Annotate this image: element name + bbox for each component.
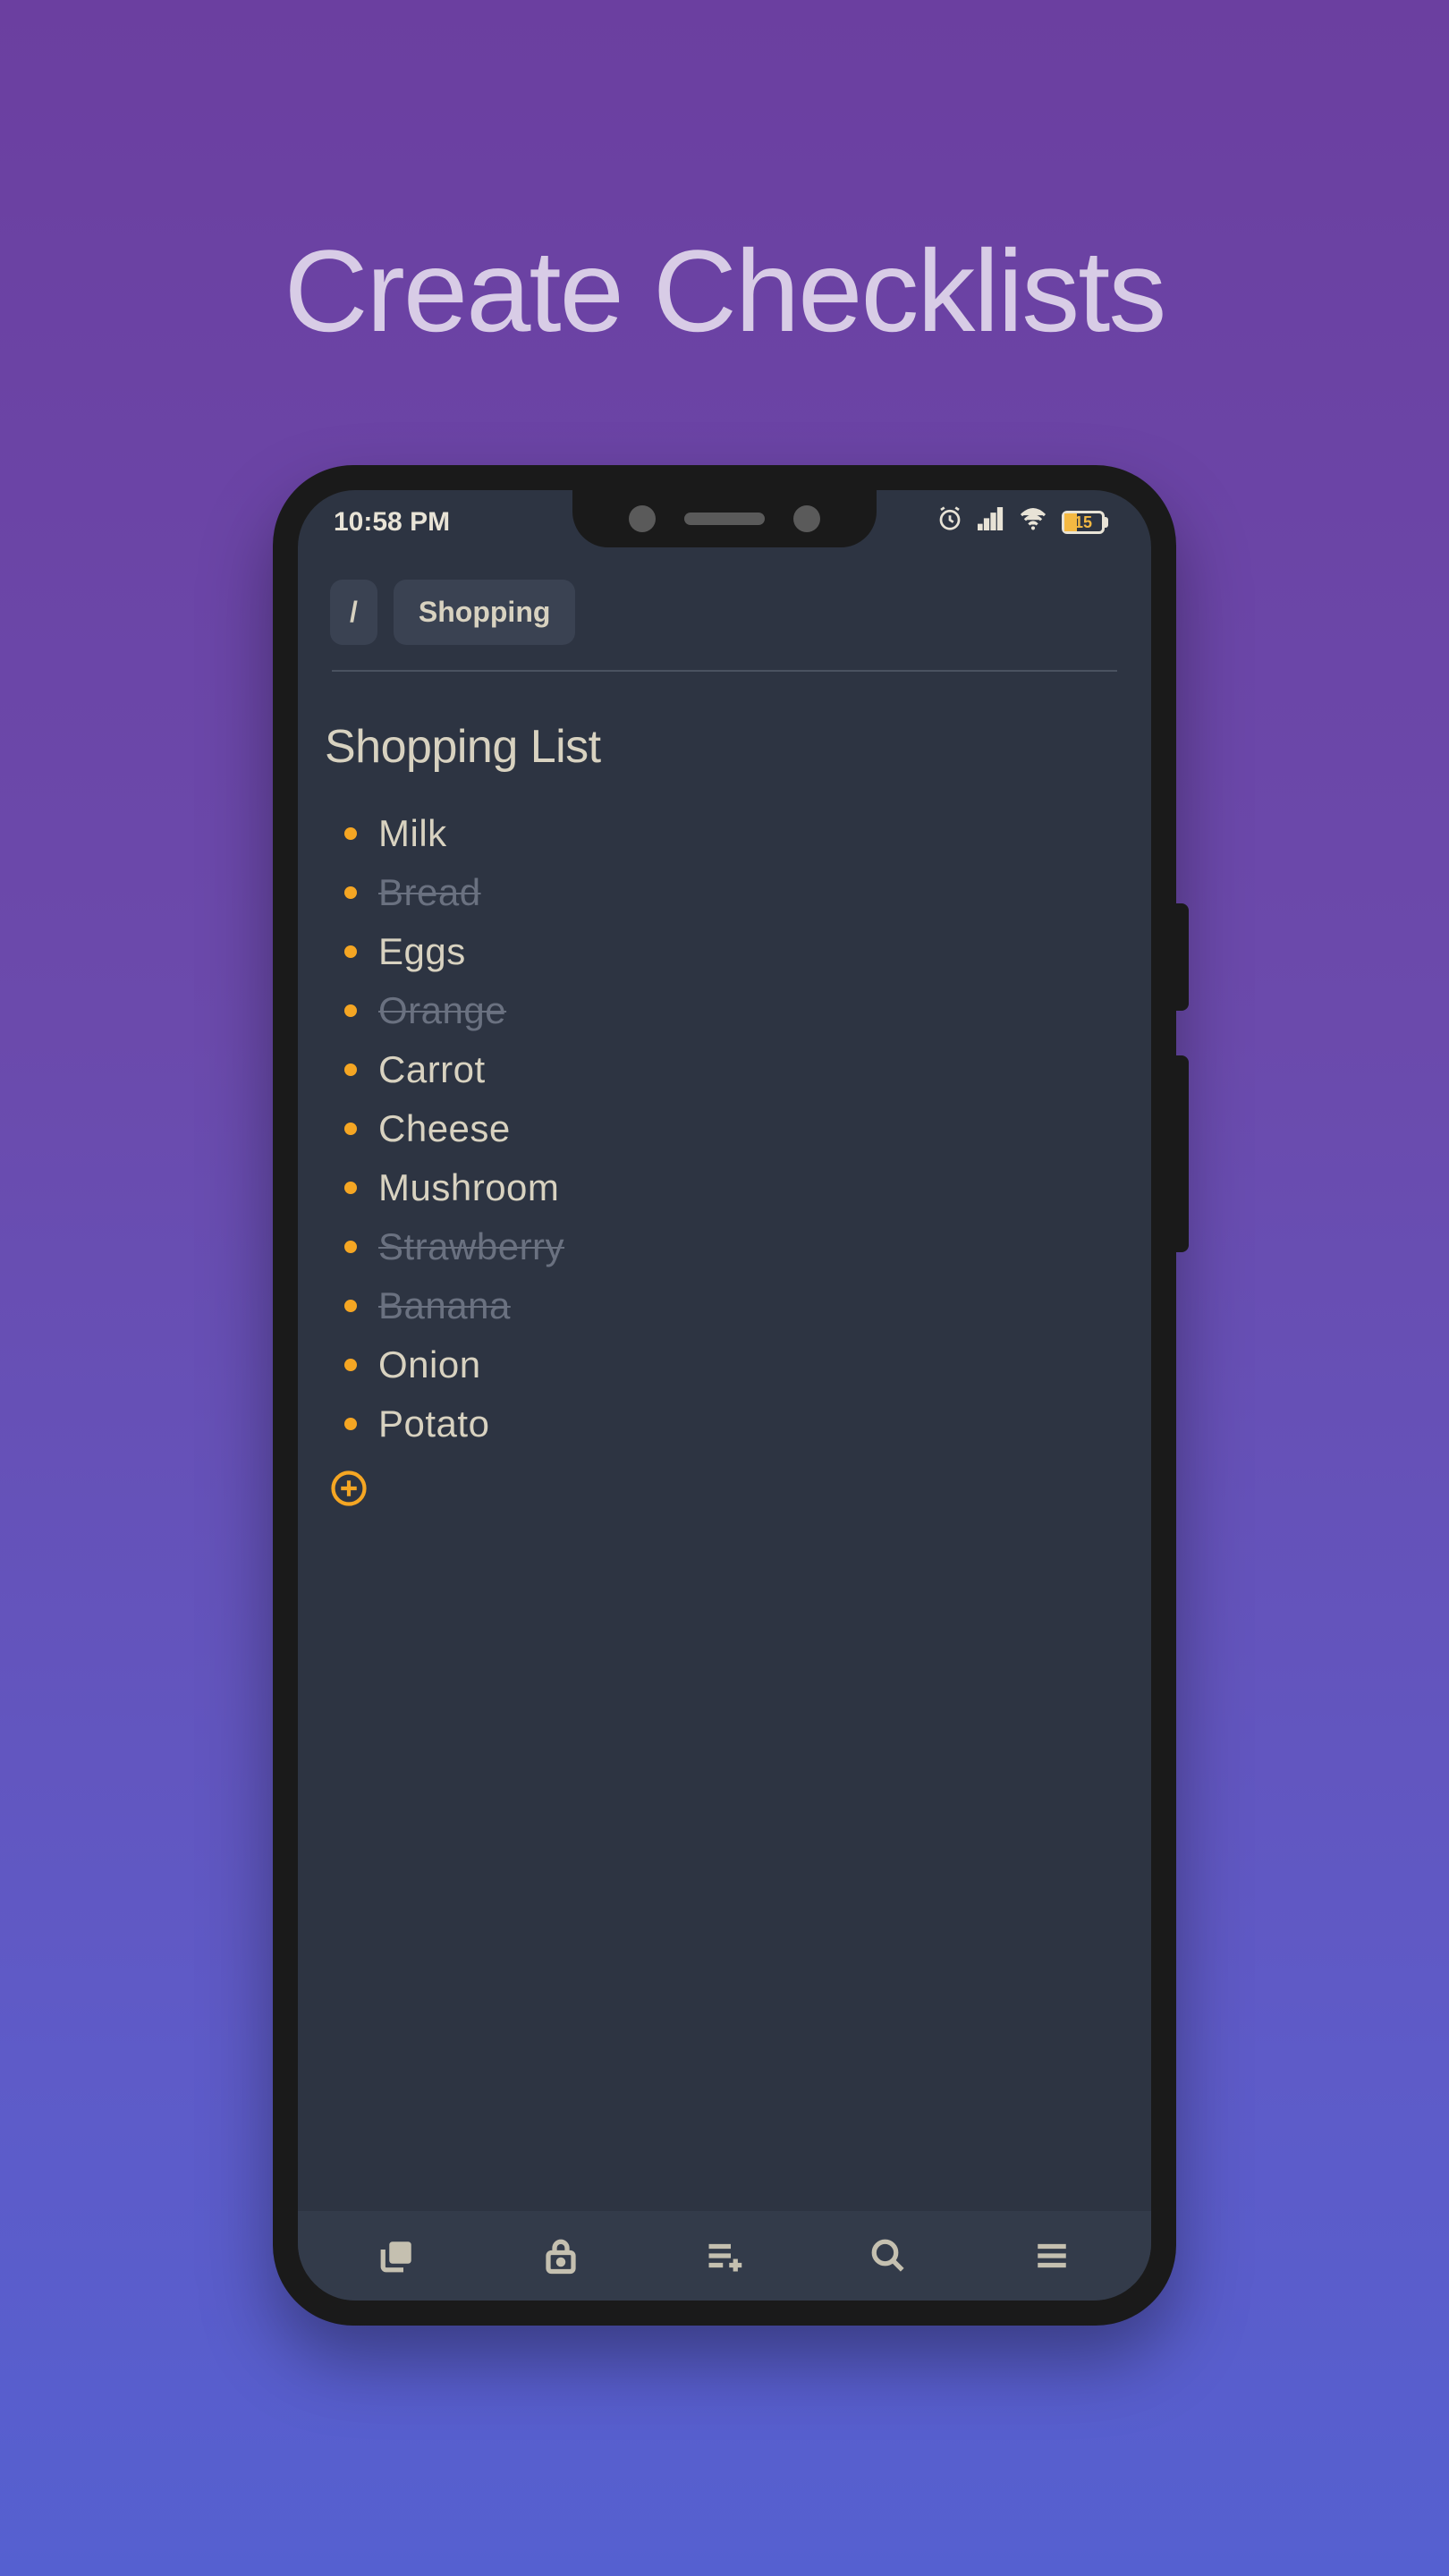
checklist-item[interactable]: Strawberry [330,1217,1119,1276]
bullet-icon [344,1241,357,1253]
checklist-item-text: Mushroom [378,1166,559,1209]
checklist-item-text: Eggs [378,930,466,973]
phone-frame: 10:58 PM 15 / Shopping [273,465,1176,2326]
bullet-icon [344,1300,357,1312]
bullet-icon [344,1418,357,1430]
phone-side-button [1176,1055,1189,1252]
bullet-icon [344,1123,357,1135]
bullet-icon [344,827,357,840]
bottom-nav [298,2211,1151,2301]
nav-list-add-button[interactable] [700,2232,749,2280]
battery-indicator: 15 [1062,511,1108,534]
bullet-icon [344,1182,357,1194]
bullet-icon [344,1004,357,1017]
bullet-icon [344,886,357,899]
checklist-item[interactable]: Orange [330,981,1119,1040]
nav-menu-button[interactable] [1028,2232,1076,2280]
checklist-item-text: Banana [378,1284,511,1327]
checklist-item[interactable]: Milk [330,804,1119,863]
checklist-item-text: Milk [378,812,447,855]
bullet-icon [344,1359,357,1371]
breadcrumb: / Shopping [330,580,1119,645]
checklist-item[interactable]: Bread [330,863,1119,922]
checklist-item-text: Carrot [378,1048,486,1091]
signal-icon [978,507,1004,538]
phone-screen: 10:58 PM 15 / Shopping [298,490,1151,2301]
checklist-item-text: Orange [378,989,506,1032]
breadcrumb-root[interactable]: / [330,580,377,645]
checklist-item[interactable]: Cheese [330,1099,1119,1158]
checklist-item[interactable]: Carrot [330,1040,1119,1099]
phone-notch [572,490,877,547]
marketing-headline: Create Checklists [284,224,1165,358]
divider [332,670,1117,672]
alarm-icon [936,505,963,539]
status-time: 10:58 PM [334,507,450,538]
nav-search-button[interactable] [864,2232,912,2280]
note-title[interactable]: Shopping List [325,720,1119,774]
bullet-icon [344,1063,357,1076]
checklist-item-text: Onion [378,1343,481,1386]
checklist-item[interactable]: Onion [330,1335,1119,1394]
nav-library-button[interactable] [373,2232,421,2280]
wifi-icon [1019,507,1047,538]
checklist-item[interactable]: Eggs [330,922,1119,981]
checklist-item[interactable]: Potato [330,1394,1119,1453]
note-content: / Shopping Shopping List Milk Bread Eggs Or… [298,555,1151,2211]
checklist-item-text: Potato [378,1402,489,1445]
add-item-button[interactable] [330,1470,1119,1512]
checklist-item-text: Bread [378,871,481,914]
bullet-icon [344,945,357,958]
nav-lock-button[interactable] [537,2232,585,2280]
checklist-item-text: Strawberry [378,1225,564,1268]
checklist-item[interactable]: Mushroom [330,1158,1119,1217]
breadcrumb-folder[interactable]: Shopping [394,580,576,645]
checklist-item[interactable]: Banana [330,1276,1119,1335]
checklist: Milk Bread Eggs Orange Carrot Cheese Mushroom S… [330,804,1119,1453]
phone-side-button [1176,903,1189,1011]
checklist-item-text: Cheese [378,1107,511,1150]
